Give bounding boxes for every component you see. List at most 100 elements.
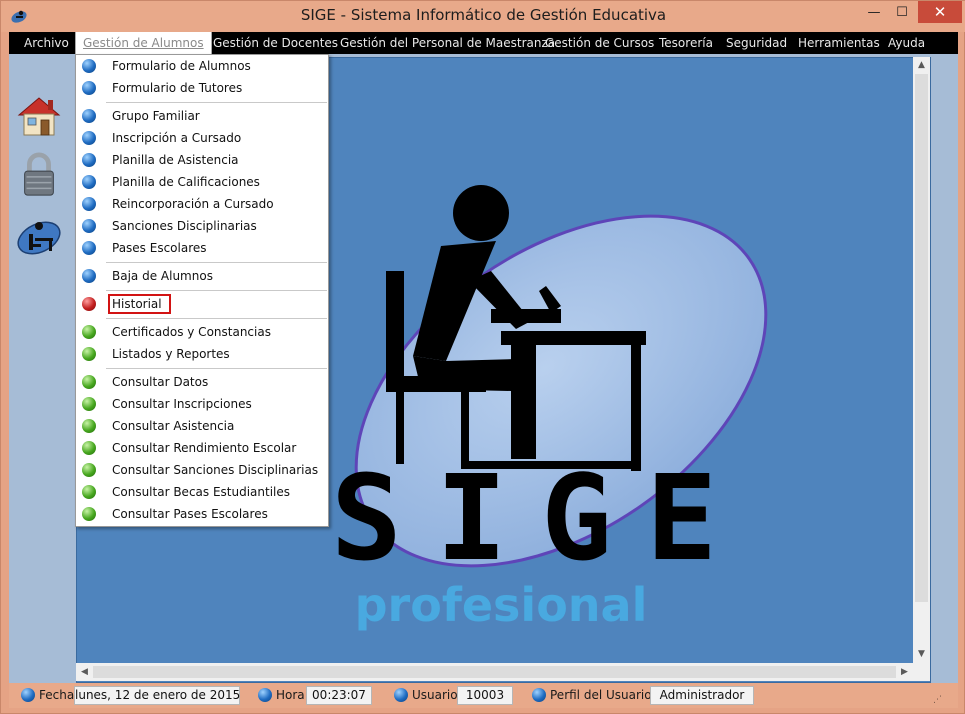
menu-item-label: Listados y Reportes [112, 347, 230, 361]
menu-item-label: Certificados y Constancias [112, 325, 271, 339]
menu-item-label: Baja de Alumnos [112, 269, 213, 283]
blue-bullet-icon [82, 131, 96, 145]
menu-item-label: Pases Escolares [112, 241, 207, 255]
menu-tesoreria[interactable]: Tesorería [659, 32, 713, 54]
status-bar: Fecha lunes, 12 de enero de 2015 Hora 00… [9, 683, 958, 708]
menu-gestion-maestranza[interactable]: Gestión del Personal de Maestranza [340, 32, 555, 54]
title-bar[interactable]: SIGE - Sistema Informático de Gestión Ed… [1, 1, 965, 32]
menu-seguridad[interactable]: Seguridad [726, 32, 787, 54]
logo-wordmark: SIGE [331, 449, 751, 587]
window-title: SIGE - Sistema Informático de Gestión Ed… [300, 6, 667, 24]
menu-item-consultar-pases[interactable]: Consultar Pases Escolares [76, 503, 328, 525]
green-bullet-icon [82, 507, 96, 521]
menu-item-label: Consultar Sanciones Disciplinarias [112, 463, 319, 477]
menu-item-label: Consultar Pases Escolares [112, 507, 268, 521]
menu-archivo[interactable]: Archivo [24, 32, 69, 54]
red-bullet-icon [82, 297, 96, 311]
menu-gestion-cursos[interactable]: Gestión de Cursos [545, 32, 654, 54]
menu-gestion-docentes[interactable]: Gestión de Docentes [213, 32, 338, 54]
blue-bullet-icon [82, 59, 96, 73]
menu-item-grupo-familiar[interactable]: Grupo Familiar [76, 105, 328, 127]
menu-item-label: Planilla de Asistencia [112, 153, 239, 167]
resize-grip-icon[interactable]: ⋰ [933, 695, 942, 705]
green-bullet-icon [82, 347, 96, 361]
perfil-indicator-icon [532, 688, 546, 702]
menu-item-certificados[interactable]: Certificados y Constancias [76, 321, 328, 343]
blue-bullet-icon [82, 175, 96, 189]
blue-bullet-icon [82, 81, 96, 95]
menu-item-inscripcion-cursado[interactable]: Inscripción a Cursado [76, 127, 328, 149]
menu-item-baja-alumnos[interactable]: Baja de Alumnos [76, 265, 328, 287]
menu-separator [106, 318, 327, 319]
scroll-corner [913, 663, 930, 681]
menu-bar: Archivo Gestión de Alumnos Gestión de Do… [9, 32, 958, 54]
menu-item-consultar-sanciones[interactable]: Consultar Sanciones Disciplinarias [76, 459, 328, 481]
green-bullet-icon [82, 441, 96, 455]
scroll-left-arrow-icon[interactable]: ◀ [76, 663, 93, 681]
menu-item-consultar-becas[interactable]: Consultar Becas Estudiantiles [76, 481, 328, 503]
blue-bullet-icon [82, 197, 96, 211]
scroll-right-arrow-icon[interactable]: ▶ [896, 663, 913, 681]
perfil-label: Perfil del Usuario [550, 688, 652, 702]
menu-item-planilla-asistencia[interactable]: Planilla de Asistencia [76, 149, 328, 171]
menu-item-label: Consultar Rendimiento Escolar [112, 441, 297, 455]
menu-separator [106, 262, 327, 263]
scroll-up-arrow-icon[interactable]: ▲ [913, 57, 930, 74]
usuario-value: 10003 [457, 686, 513, 705]
hora-value: 00:23:07 [306, 686, 372, 705]
menu-item-label: Historial [112, 297, 162, 311]
menu-item-planilla-calificaciones[interactable]: Planilla de Calificaciones [76, 171, 328, 193]
menu-item-label: Sanciones Disciplinarias [112, 219, 257, 233]
menu-item-consultar-asistencia[interactable]: Consultar Asistencia [76, 415, 328, 437]
blue-bullet-icon [82, 269, 96, 283]
hora-label: Hora [276, 688, 305, 702]
menu-item-label: Formulario de Alumnos [112, 59, 251, 73]
green-bullet-icon [82, 485, 96, 499]
menu-item-reincorporacion[interactable]: Reincorporación a Cursado [76, 193, 328, 215]
maximize-button[interactable]: ☐ [889, 1, 915, 23]
menu-item-label: Grupo Familiar [112, 109, 200, 123]
menu-item-historial[interactable]: Historial [76, 293, 328, 315]
green-bullet-icon [82, 397, 96, 411]
menu-item-consultar-rendimiento[interactable]: Consultar Rendimiento Escolar [76, 437, 328, 459]
menu-separator [106, 368, 327, 369]
blue-bullet-icon [82, 219, 96, 233]
vertical-scrollbar[interactable]: ▲ ▼ [913, 57, 930, 663]
menu-item-label: Reincorporación a Cursado [112, 197, 274, 211]
fecha-indicator-icon [21, 688, 35, 702]
menu-item-consultar-datos[interactable]: Consultar Datos [76, 371, 328, 393]
green-bullet-icon [82, 419, 96, 433]
horizontal-scroll-thumb[interactable] [93, 666, 896, 678]
menu-ayuda[interactable]: Ayuda [888, 32, 925, 54]
gestion-alumnos-dropdown: Formulario de Alumnos Formulario de Tuto… [75, 54, 329, 527]
menu-item-label: Planilla de Calificaciones [112, 175, 260, 189]
green-bullet-icon [82, 375, 96, 389]
menu-separator [106, 102, 327, 103]
scroll-down-arrow-icon[interactable]: ▼ [913, 646, 930, 663]
menu-item-listados[interactable]: Listados y Reportes [76, 343, 328, 365]
close-button[interactable]: ✕ [918, 1, 962, 23]
menu-item-consultar-inscripciones[interactable]: Consultar Inscripciones [76, 393, 328, 415]
fecha-value: lunes, 12 de enero de 2015 [74, 686, 240, 705]
menu-item-label: Consultar Datos [112, 375, 209, 389]
menu-separator [106, 290, 327, 291]
menu-item-formulario-alumnos[interactable]: Formulario de Alumnos [76, 55, 328, 77]
menu-item-label: Consultar Inscripciones [112, 397, 252, 411]
horizontal-scrollbar[interactable]: ◀ ▶ [76, 663, 913, 681]
green-bullet-icon [82, 463, 96, 477]
menu-item-label: Consultar Asistencia [112, 419, 235, 433]
menu-gestion-alumnos[interactable]: Gestión de Alumnos [75, 32, 212, 54]
home-icon[interactable] [15, 93, 63, 139]
menu-herramientas[interactable]: Herramientas [798, 32, 880, 54]
sige-logo: SIGE profesional [331, 185, 768, 632]
fecha-label: Fecha [39, 688, 75, 702]
menu-item-formulario-tutores[interactable]: Formulario de Tutores [76, 77, 328, 99]
minimize-button[interactable]: — [859, 1, 889, 23]
student-desk-icon[interactable] [15, 214, 63, 260]
menu-item-sanciones[interactable]: Sanciones Disciplinarias [76, 215, 328, 237]
padlock-icon[interactable] [15, 151, 63, 197]
menu-item-pases-escolares[interactable]: Pases Escolares [76, 237, 328, 259]
main-window: SIGE - Sistema Informático de Gestión Ed… [0, 0, 965, 714]
usuario-indicator-icon [394, 688, 408, 702]
vertical-scroll-thumb[interactable] [915, 74, 928, 602]
